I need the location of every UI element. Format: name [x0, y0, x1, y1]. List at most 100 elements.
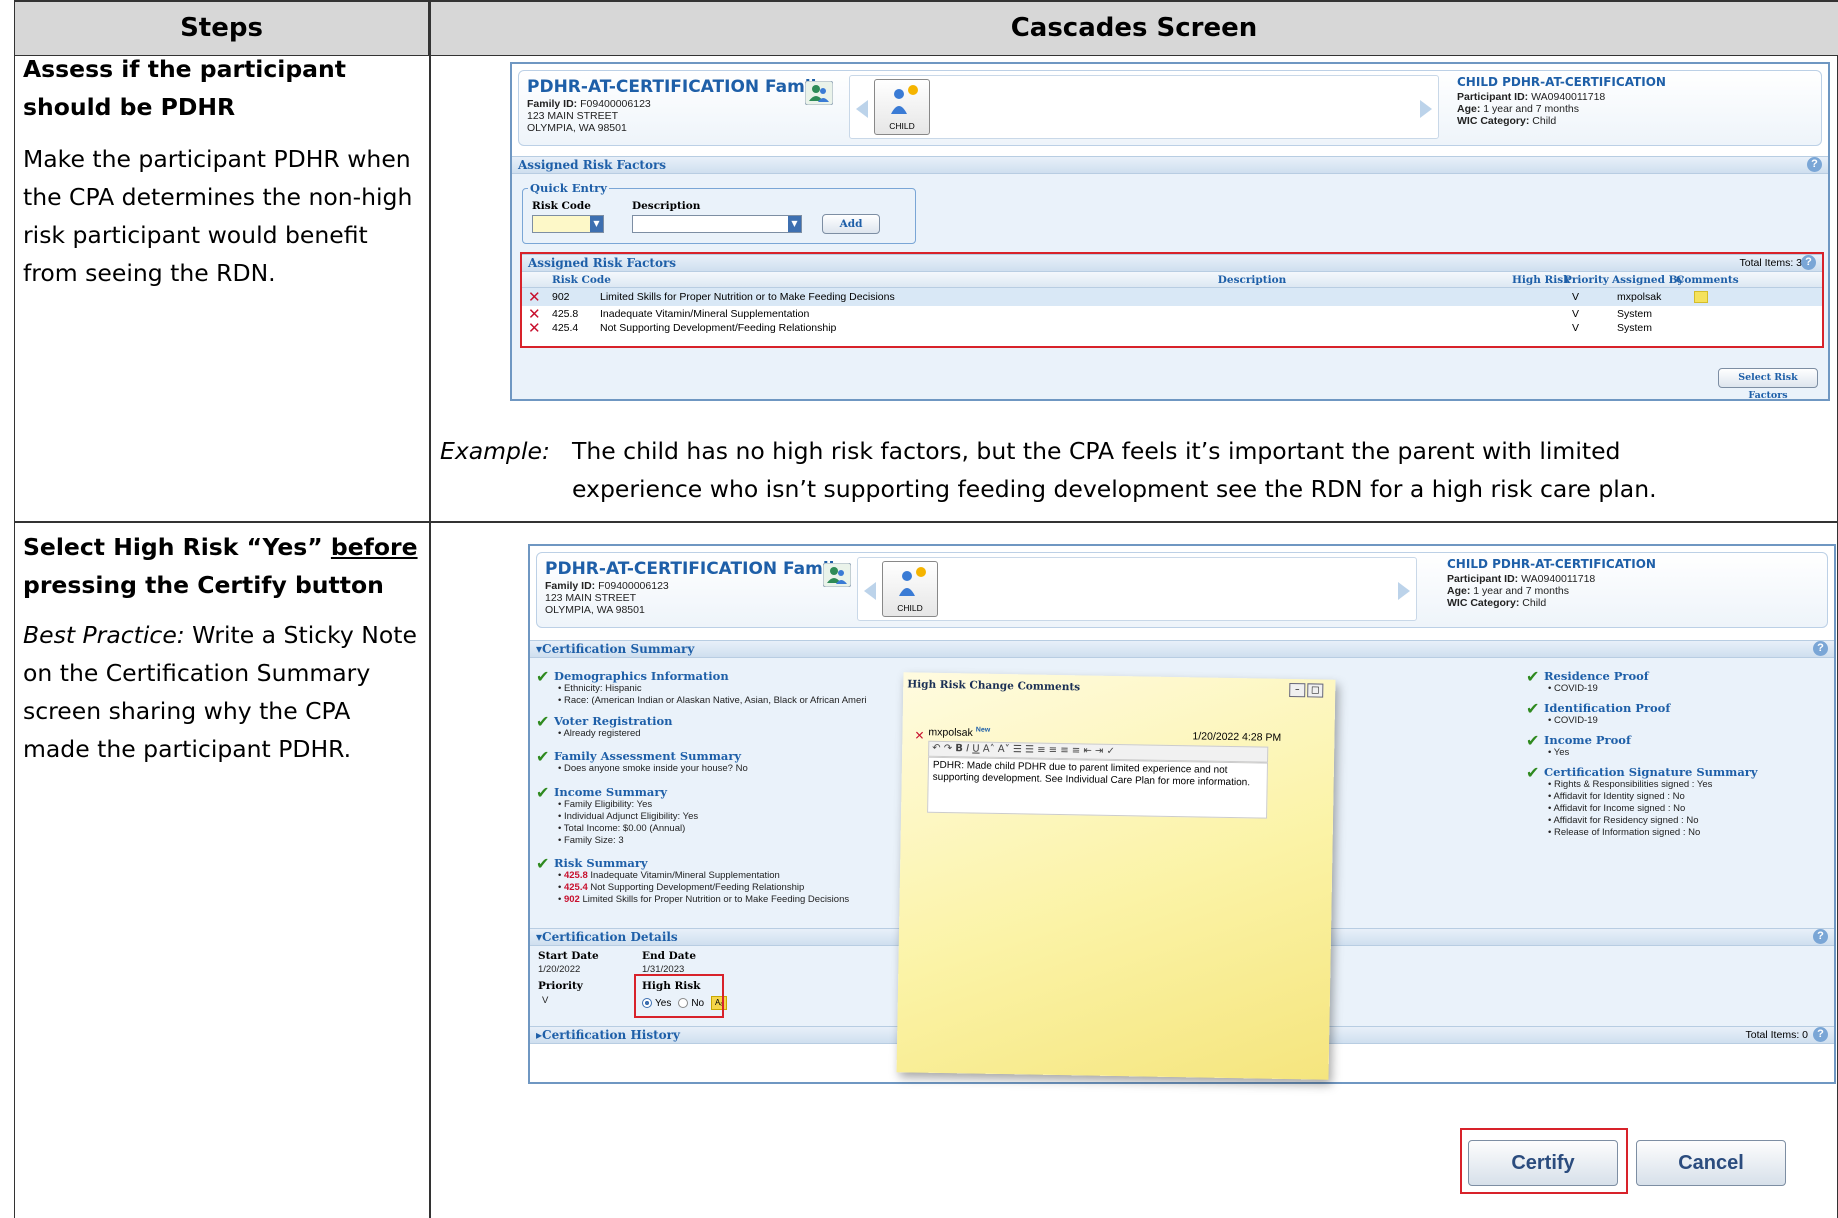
check-icon: ✔ [536, 854, 550, 873]
certify-button[interactable]: Certify [1468, 1140, 1618, 1186]
participant-id: Participant ID: WA0940011718 [1447, 573, 1596, 585]
undo-icon[interactable]: ↶ [932, 743, 941, 754]
help-icon[interactable]: ? [1813, 641, 1828, 656]
priority-value: V [542, 995, 549, 1006]
end-date-label: End Date [642, 950, 697, 962]
family-city: OLYMPIA, WA 98501 [545, 604, 645, 616]
income-detail: • Individual Adjunct Eligibility: Yes [558, 811, 699, 822]
risk-summary-item: • 425.8 Inadequate Vitamin/Mineral Suppl… [558, 870, 780, 881]
redo-icon[interactable]: ↷ [944, 743, 953, 754]
help-icon[interactable]: ? [1807, 157, 1822, 172]
risk-factors-screen: PDHR-AT-CERTIFICATION Family Family ID: … [510, 62, 1830, 401]
risk-summary-title: Risk Summary [554, 856, 648, 870]
participant-age: Age: 1 year and 7 months [1457, 103, 1579, 115]
family-street: 123 MAIN STREET [527, 110, 619, 122]
residence-proof-title: Residence Proof [1544, 669, 1649, 683]
header-cascades-screen: Cascades Screen [429, 0, 1838, 56]
participant-wic-category: WIC Category: Child [1457, 115, 1557, 127]
header-steps: Steps [15, 0, 429, 56]
high-risk-highlight-box [634, 974, 724, 1018]
carousel-next-icon[interactable] [1420, 100, 1432, 118]
italic-icon[interactable]: I [966, 743, 969, 754]
start-date-value: 1/20/2022 [538, 964, 581, 975]
history-total: Total Items: 0 [1745, 1029, 1808, 1041]
help-icon[interactable]: ? [1813, 1027, 1828, 1042]
participant-carousel: CHILD [857, 557, 1417, 621]
select-risk-factors-button[interactable]: Select Risk Factors [1718, 368, 1818, 401]
carousel-next-icon[interactable] [1398, 582, 1410, 600]
check-icon: ✔ [1526, 731, 1540, 750]
income-detail: • Family Eligibility: Yes [558, 799, 653, 810]
list-icon[interactable]: ☰ ☰ [1013, 744, 1034, 755]
start-date-label: Start Date [538, 950, 599, 962]
identification-proof-title: Identification Proof [1544, 701, 1671, 715]
income-proof-detail: • Yes [1548, 747, 1570, 758]
demographics-title: Demographics Information [554, 669, 729, 683]
voter-detail: • Already registered [558, 728, 641, 739]
bold-icon[interactable]: B [955, 743, 963, 754]
example-label: Example: [440, 437, 550, 465]
participant-wic-category: WIC Category: Child [1447, 597, 1547, 609]
income-proof-title: Income Proof [1544, 733, 1631, 747]
column-divider [429, 0, 431, 1218]
indent-icon[interactable]: ⇤ ⇥ [1083, 745, 1103, 756]
family-assessment-detail: • Does anyone smoke inside your house? N… [558, 763, 748, 774]
signature-item: • Affidavit for Residency signed : No [1548, 815, 1699, 826]
family-assessment-title: Family Assessment Summary [554, 749, 742, 763]
help-icon[interactable]: ? [1813, 929, 1828, 944]
income-detail: • Family Size: 3 [558, 835, 624, 846]
child-participant-button[interactable]: CHILD [874, 79, 930, 135]
step-1: Assess if the participant should be PDHR… [23, 50, 423, 292]
family-icon[interactable] [804, 80, 834, 106]
family-header: PDHR-AT-CERTIFICATION Family Family ID: … [518, 70, 1822, 146]
step-2-title: Select High Risk “Yes” before pressing th… [23, 533, 418, 599]
carousel-prev-icon[interactable] [864, 582, 876, 600]
voter-title: Voter Registration [554, 714, 673, 728]
note-timestamp: 1/20/2022 4:28 PM [1192, 730, 1282, 744]
family-id: Family ID: F09400006123 [527, 98, 651, 110]
signature-item: • Affidavit for Identity signed : No [1548, 791, 1685, 802]
font-size-icon[interactable]: A˄ A˅ [983, 744, 1010, 755]
step-2-best-practice: Best Practice: Write a Sticky Note on th… [23, 621, 417, 763]
sticky-title: High Risk Change Comments [907, 678, 1081, 694]
cancel-button[interactable]: Cancel [1636, 1140, 1786, 1186]
step-2: Select High Risk “Yes” before pressing th… [23, 528, 423, 768]
note-text[interactable]: PDHR: Made child PDHR due to parent limi… [927, 756, 1269, 819]
table-top-border [15, 0, 1838, 2]
risk-code-label: Risk Code [532, 200, 591, 212]
note-user: mxpolsak New [928, 726, 991, 739]
sticky-note[interactable]: High Risk Change Comments – □ ✕ mxpolsak… [896, 672, 1336, 1080]
participant-name: CHILD PDHR-AT-CERTIFICATION [1447, 557, 1656, 571]
certification-summary-bar[interactable]: ▾Certification Summary [530, 640, 1834, 658]
delete-note-icon[interactable]: ✕ [914, 728, 924, 743]
income-detail: • Total Income: $0.00 (Annual) [558, 823, 686, 834]
highlight-box [520, 252, 1824, 348]
child-participant-button[interactable]: CHILD [882, 561, 938, 617]
signature-item: • Release of Information signed : No [1548, 827, 1701, 838]
description-dropdown-icon[interactable]: ▼ [788, 216, 801, 232]
identification-proof-detail: • COVID-19 [1548, 715, 1598, 726]
family-city: OLYMPIA, WA 98501 [527, 122, 627, 134]
add-button[interactable]: Add [822, 214, 880, 234]
align-icon[interactable]: ≡ ≡ ≡ ≡ [1037, 745, 1080, 757]
family-name: PDHR-AT-CERTIFICATION Family [527, 77, 828, 97]
carousel-prev-icon[interactable] [856, 100, 868, 118]
example-line-2: experience who isn’t supporting feeding … [572, 475, 1657, 503]
family-icon[interactable] [822, 562, 852, 588]
description-label: Description [632, 200, 701, 212]
spellcheck-icon[interactable]: ✓ [1106, 746, 1115, 757]
check-icon: ✔ [1526, 763, 1540, 782]
check-icon: ✔ [1526, 667, 1540, 686]
example-line-1: The child has no high risk factors, but … [572, 437, 1621, 465]
step-1-title: Assess if the participant should be PDHR [23, 55, 346, 121]
underline-icon[interactable]: U [972, 743, 980, 754]
race: • Race: (American Indian or Alaskan Nati… [558, 695, 867, 706]
maximize-icon[interactable]: □ [1307, 683, 1324, 698]
priority-label: Priority [538, 980, 583, 992]
check-icon: ✔ [536, 783, 550, 802]
minimize-icon[interactable]: – [1289, 682, 1306, 698]
participant-id: Participant ID: WA0940011718 [1457, 91, 1606, 103]
quick-entry-label: Quick Entry [528, 181, 609, 195]
description-input[interactable] [632, 215, 802, 233]
risk-code-dropdown-icon[interactable]: ▼ [590, 216, 603, 232]
